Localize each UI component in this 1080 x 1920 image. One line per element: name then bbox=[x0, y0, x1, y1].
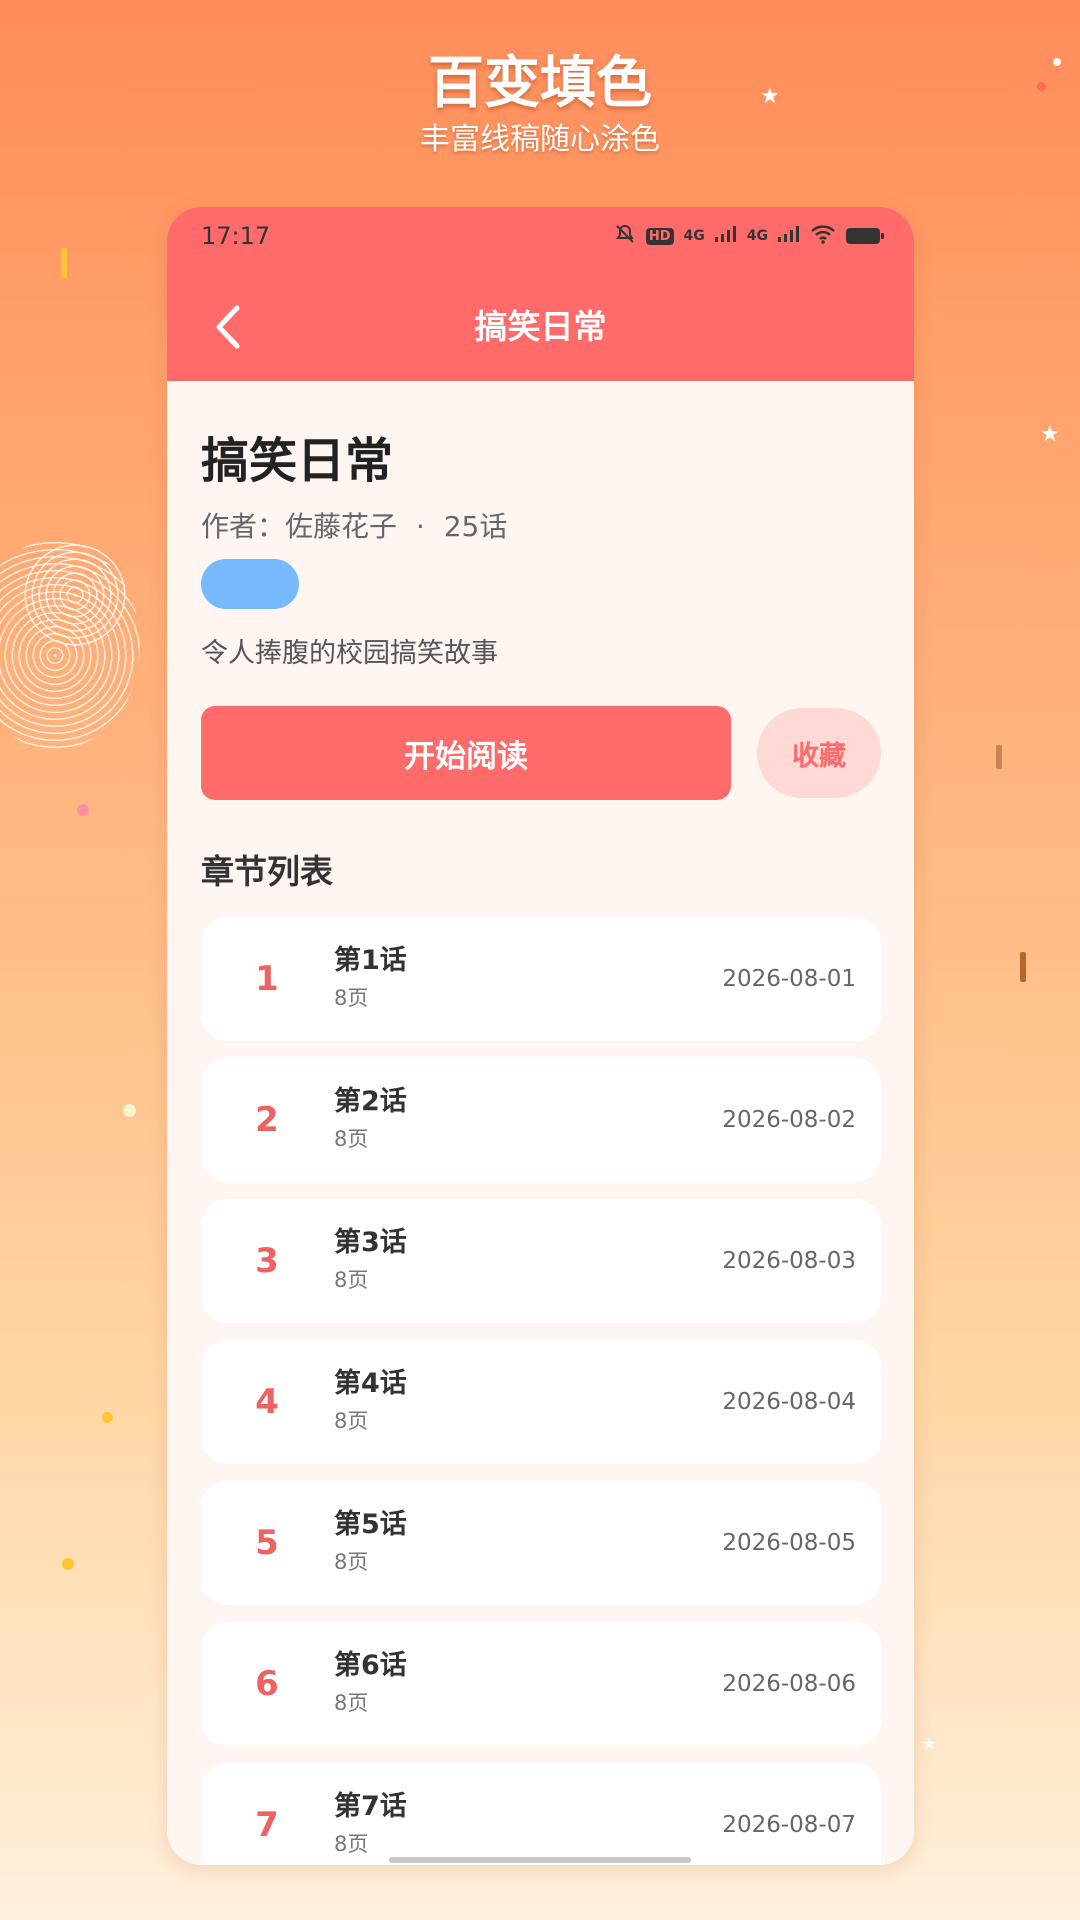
chapter-number: 1 bbox=[255, 959, 279, 999]
chapter-title: 第3话 bbox=[334, 1227, 407, 1258]
chapter-item[interactable]: 5 第5话 8页 2026-08-05 bbox=[201, 1481, 881, 1605]
chapter-title: 第7话 bbox=[334, 1791, 407, 1822]
chapter-pages: 8页 bbox=[334, 1691, 369, 1715]
hd-icon: HD bbox=[645, 227, 674, 245]
decorative-rings-small bbox=[20, 540, 130, 650]
signal-icon bbox=[714, 226, 737, 246]
chapter-title: 第6话 bbox=[334, 1650, 407, 1681]
chapter-pages: 8页 bbox=[334, 1409, 369, 1433]
genre-tag[interactable] bbox=[201, 559, 299, 609]
decorative-dot bbox=[102, 1412, 113, 1423]
decorative-dot bbox=[77, 804, 89, 816]
chapter-title: 第5话 bbox=[334, 1509, 407, 1540]
star-icon: ★ bbox=[922, 1734, 937, 1753]
chapter-item[interactable]: 7 第7话 8页 2026-08-07 bbox=[201, 1763, 881, 1865]
chapter-item[interactable]: 6 第6话 8页 2026-08-06 bbox=[201, 1622, 881, 1746]
chapter-item[interactable]: 2 第2话 8页 2026-08-02 bbox=[201, 1058, 881, 1182]
pencil-icon bbox=[1020, 952, 1026, 982]
chapter-item[interactable]: 1 第1话 8页 2026-08-01 bbox=[201, 917, 881, 1041]
signal-icon bbox=[778, 226, 800, 246]
chapter-number: 7 bbox=[255, 1805, 279, 1845]
chapter-pages: 8页 bbox=[334, 1550, 369, 1574]
chapter-date: 2026-08-05 bbox=[722, 1530, 856, 1556]
signal-label: 4G bbox=[746, 228, 768, 244]
chapter-date: 2026-08-01 bbox=[722, 966, 856, 992]
chapter-date: 2026-08-03 bbox=[722, 1248, 856, 1274]
chapter-pages: 8页 bbox=[334, 1268, 369, 1292]
app-header: 17:17 HD 4G 4G 搞笑日常 bbox=[167, 207, 914, 381]
bell-off-icon bbox=[614, 223, 636, 249]
chapter-title: 第2话 bbox=[334, 1086, 407, 1117]
chapter-number: 2 bbox=[255, 1100, 279, 1140]
home-indicator[interactable] bbox=[389, 1857, 691, 1863]
book-title: 搞笑日常 bbox=[201, 433, 394, 489]
battery-icon bbox=[846, 228, 884, 244]
star-icon: ★ bbox=[760, 84, 780, 109]
book-meta: 作者：佐藤花子 · 25话 bbox=[201, 507, 517, 547]
page-title: 搞笑日常 bbox=[474, 307, 607, 346]
status-time: 17:17 bbox=[201, 222, 271, 250]
chapter-number: 4 bbox=[255, 1382, 279, 1422]
phone-screen: 17:17 HD 4G 4G 搞笑日常 搞笑日常 作者：佐藤花子 · 25话 令… bbox=[167, 207, 914, 1865]
favorite-button[interactable]: 收藏 bbox=[757, 708, 881, 798]
chapter-pages: 8页 bbox=[334, 986, 369, 1010]
meta-separator: · bbox=[415, 510, 425, 543]
chapter-date: 2026-08-07 bbox=[722, 1812, 856, 1838]
status-icons: HD 4G 4G bbox=[614, 221, 884, 251]
promo-banner: 百变填色 丰富线稿随心涂色 bbox=[0, 48, 1080, 160]
chapter-number: 5 bbox=[255, 1523, 279, 1563]
pencil-icon bbox=[61, 248, 67, 278]
chapter-date: 2026-08-02 bbox=[722, 1107, 856, 1133]
decorative-dot bbox=[123, 1104, 136, 1117]
chapter-pages: 8页 bbox=[334, 1127, 369, 1151]
chapter-pages: 8页 bbox=[334, 1832, 369, 1856]
chapter-number: 6 bbox=[255, 1664, 279, 1704]
chapter-count: 25话 bbox=[443, 510, 508, 543]
decorative-dot bbox=[1037, 82, 1046, 91]
start-reading-button[interactable]: 开始阅读 bbox=[201, 706, 731, 800]
author-label: 作者：佐藤花子 bbox=[201, 510, 398, 543]
wifi-icon bbox=[810, 224, 836, 248]
promo-title: 百变填色 bbox=[428, 51, 652, 116]
decorative-dot bbox=[1053, 58, 1061, 66]
chapter-date: 2026-08-06 bbox=[722, 1671, 856, 1697]
chapter-item[interactable]: 4 第4话 8页 2026-08-04 bbox=[201, 1340, 881, 1464]
signal-label: 4G bbox=[683, 228, 705, 244]
book-description: 令人捧腹的校园搞笑故事 bbox=[201, 638, 498, 669]
chapter-number: 3 bbox=[255, 1241, 279, 1281]
chapter-list-title: 章节列表 bbox=[201, 852, 333, 891]
promo-subtitle: 丰富线稿随心涂色 bbox=[420, 122, 660, 157]
chapter-title: 第4话 bbox=[334, 1368, 407, 1399]
star-icon: ★ bbox=[1040, 422, 1060, 447]
decorative-dot bbox=[62, 1558, 74, 1570]
chapter-date: 2026-08-04 bbox=[722, 1389, 856, 1415]
chapter-item[interactable]: 3 第3话 8页 2026-08-03 bbox=[201, 1199, 881, 1323]
pencil-icon bbox=[996, 745, 1002, 769]
chapter-title: 第1话 bbox=[334, 945, 407, 976]
